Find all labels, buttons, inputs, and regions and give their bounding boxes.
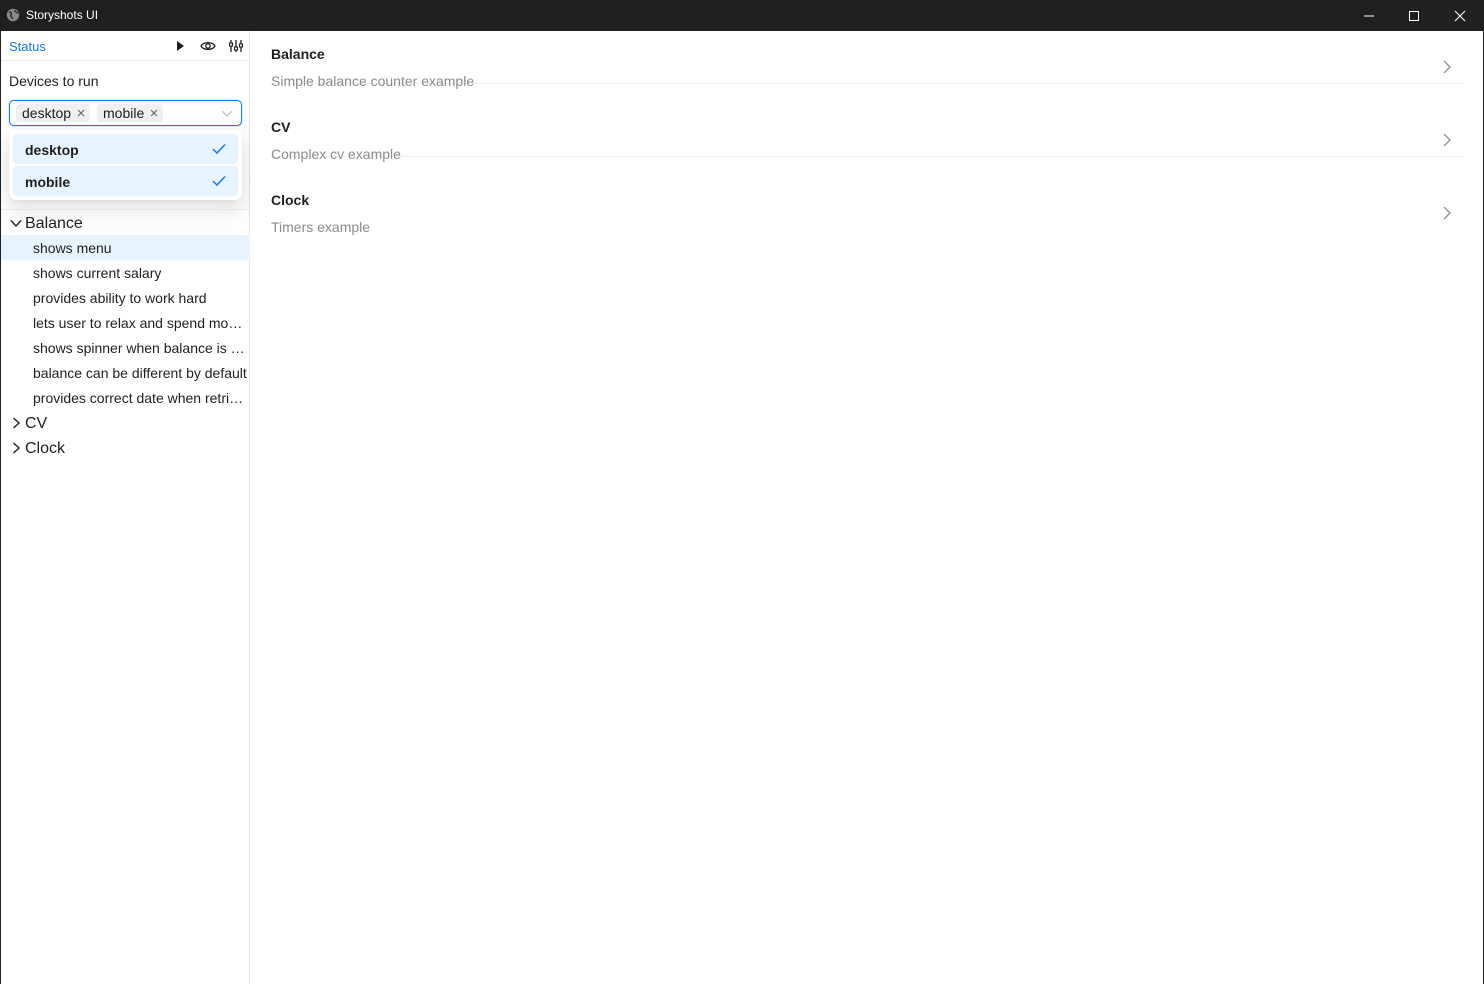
main-content: Balance Simple balance counter example C… [251, 31, 1483, 984]
sidebar-divider [1, 209, 250, 210]
device-option-mobile[interactable]: mobile [13, 166, 238, 196]
tree-item-shows-spinner[interactable]: shows spinner when balance is not loaded [1, 335, 250, 360]
tree-item-label: lets user to relax and spend money [33, 315, 248, 331]
device-tag-label: mobile [103, 105, 145, 121]
device-tag-label: desktop [22, 105, 72, 121]
device-option-label: desktop [25, 142, 79, 158]
run-button[interactable] [171, 37, 189, 55]
tree-item-label: shows current salary [33, 265, 162, 281]
devices-label: Devices to run [9, 73, 99, 89]
tree-group-clock[interactable]: Clock [1, 437, 250, 461]
tree-item-label: provides ability to work hard [33, 290, 207, 306]
sliders-icon [229, 40, 243, 52]
tree-group-cv[interactable]: CV [1, 412, 250, 436]
settings-button[interactable] [227, 37, 245, 55]
tree-item-label: shows menu [33, 240, 112, 256]
story-row-balance[interactable]: Balance Simple balance counter example [271, 11, 1463, 89]
devices-select[interactable]: desktop mobile [9, 100, 242, 126]
window-title: Storyshots UI [26, 8, 99, 22]
chevron-right-icon [1443, 133, 1451, 147]
story-description: Timers example [271, 219, 371, 235]
tree-item-shows-menu[interactable]: shows menu [1, 235, 250, 260]
tree-item-shows-current-salary[interactable]: shows current salary [1, 260, 250, 285]
close-icon [77, 109, 85, 117]
tree-group-balance[interactable]: Balance [1, 212, 250, 236]
tree-item-relax-spend[interactable]: lets user to relax and spend money [1, 310, 250, 335]
device-tag-mobile: mobile [97, 104, 164, 122]
story-title: CV [271, 119, 291, 135]
chevron-down-icon[interactable] [10, 217, 22, 229]
device-option-desktop[interactable]: desktop [13, 134, 238, 164]
tree-item-correct-date[interactable]: provides correct date when retrieving sa… [1, 385, 250, 410]
device-tag-desktop: desktop [16, 104, 91, 122]
tree-group-label: CV [25, 415, 48, 432]
chevron-right-icon[interactable] [10, 417, 22, 429]
check-icon [212, 143, 226, 155]
device-option-label: mobile [25, 174, 71, 190]
tree-group-label: Balance [25, 215, 83, 232]
play-icon [177, 41, 184, 51]
tree-item-label: balance can be different by default [33, 365, 247, 381]
remove-tag-button[interactable] [149, 108, 159, 118]
chevron-right-icon [1443, 60, 1451, 74]
app-globe-icon [6, 8, 20, 22]
story-title: Clock [271, 192, 310, 208]
eye-icon [200, 41, 216, 51]
tree-item-balance-default[interactable]: balance can be different by default [1, 360, 250, 385]
devices-dropdown: desktop mobile [9, 130, 242, 200]
status-link[interactable]: Status [9, 39, 46, 54]
sidebar-header: Status [1, 31, 250, 61]
story-row-cv[interactable]: CV Complex cv example [271, 84, 1463, 162]
close-icon [150, 109, 158, 117]
story-row-clock[interactable]: Clock Timers example [271, 157, 1463, 235]
tree-group-label: Clock [25, 440, 66, 457]
chevron-down-icon[interactable] [221, 108, 233, 118]
tree-item-work-hard[interactable]: provides ability to work hard [1, 285, 250, 310]
chevron-right-icon[interactable] [10, 442, 22, 454]
tree-item-label: shows spinner when balance is not loaded [33, 340, 248, 356]
check-icon [212, 175, 226, 187]
preview-button[interactable] [199, 37, 217, 55]
remove-tag-button[interactable] [76, 108, 86, 118]
story-title: Balance [271, 46, 325, 62]
chevron-right-icon [1443, 206, 1451, 220]
tree-item-label: provides correct date when retrieving sa… [33, 390, 248, 406]
sidebar: Status Devices to run desktop mobile des… [1, 31, 250, 984]
